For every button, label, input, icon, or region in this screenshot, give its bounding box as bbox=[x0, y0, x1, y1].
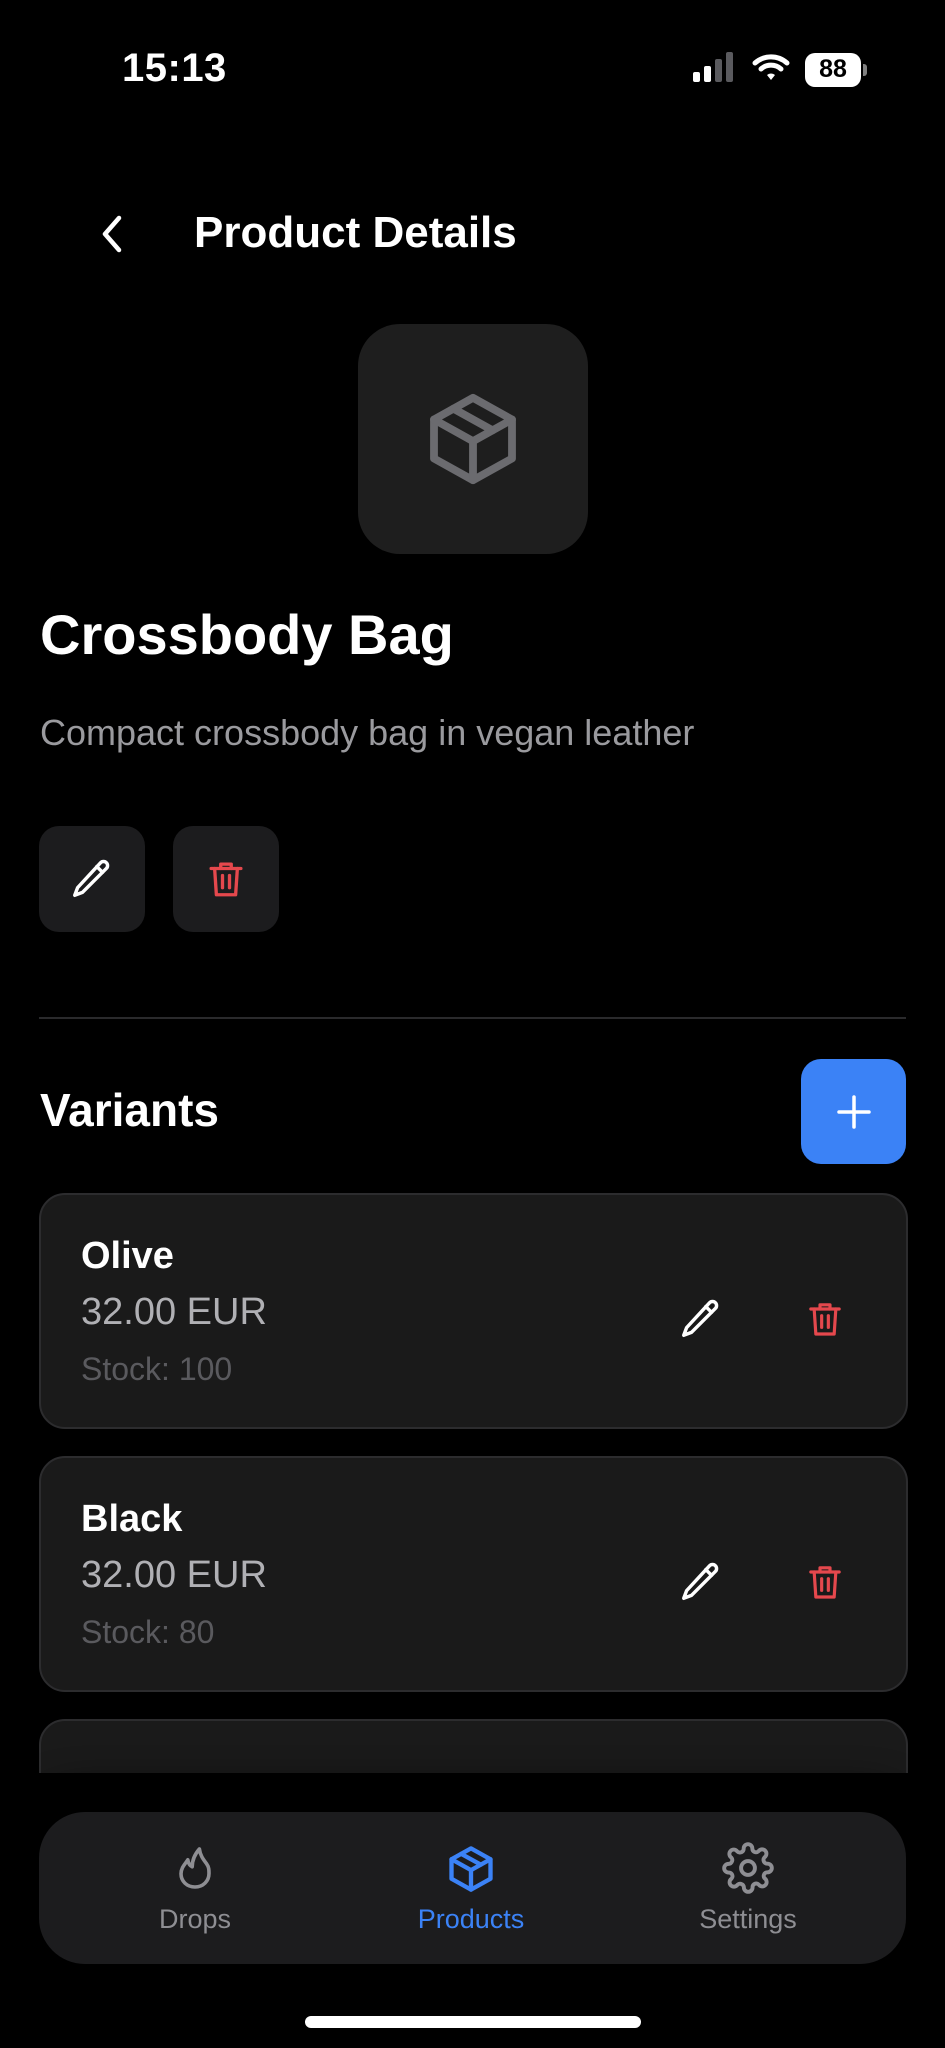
variants-section-title: Variants bbox=[40, 1084, 219, 1136]
navigation-header: Product Details bbox=[0, 190, 945, 280]
back-button[interactable] bbox=[88, 210, 136, 258]
cellular-signal-icon bbox=[693, 52, 737, 87]
pencil-icon bbox=[682, 1562, 719, 1601]
tab-bar: Drops Products Settings bbox=[39, 1812, 906, 1964]
variant-card[interactable] bbox=[39, 1719, 908, 1773]
product-description: Compact crossbody bag in vegan leather bbox=[40, 712, 695, 753]
tab-settings[interactable]: Settings bbox=[648, 1812, 848, 1964]
trash-icon bbox=[809, 1303, 841, 1336]
trash-icon bbox=[209, 862, 243, 897]
variant-price: 32.00 EUR bbox=[81, 1554, 267, 1596]
tab-drops[interactable]: Drops bbox=[95, 1812, 295, 1964]
variant-stock: Stock: 80 bbox=[81, 1614, 215, 1650]
variant-card[interactable]: Olive 32.00 EUR Stock: 100 bbox=[39, 1193, 908, 1429]
tab-products-label: Products bbox=[417, 1904, 525, 1934]
edit-variant-button[interactable] bbox=[661, 1542, 741, 1622]
page-title: Product Details bbox=[194, 208, 517, 257]
status-time: 15:13 bbox=[122, 46, 227, 90]
plus-icon bbox=[836, 1094, 871, 1129]
edit-product-button[interactable] bbox=[39, 826, 145, 932]
wifi-icon bbox=[751, 52, 791, 87]
battery-icon: 88 bbox=[805, 52, 867, 87]
product-image-placeholder bbox=[358, 324, 588, 554]
status-icons: 88 bbox=[693, 52, 867, 87]
trash-icon bbox=[809, 1566, 841, 1599]
section-divider bbox=[39, 1017, 906, 1019]
box-icon bbox=[449, 1846, 493, 1892]
chevron-left-icon bbox=[102, 215, 122, 253]
flame-icon bbox=[179, 1847, 211, 1889]
variant-name: Black bbox=[81, 1498, 183, 1540]
gear-icon bbox=[722, 1842, 774, 1894]
tab-settings-label: Settings bbox=[699, 1904, 797, 1934]
product-name: Crossbody Bag bbox=[40, 603, 454, 666]
pencil-icon bbox=[73, 859, 110, 898]
box-icon bbox=[430, 393, 516, 485]
delete-product-button[interactable] bbox=[173, 826, 279, 932]
variant-stock: Stock: 100 bbox=[81, 1351, 233, 1387]
add-variant-button[interactable] bbox=[801, 1059, 906, 1164]
pencil-icon bbox=[682, 1299, 719, 1338]
variant-name: Olive bbox=[81, 1235, 174, 1277]
tab-drops-label: Drops bbox=[158, 1904, 232, 1934]
variant-price: 32.00 EUR bbox=[81, 1291, 267, 1333]
edit-variant-button[interactable] bbox=[661, 1279, 741, 1359]
variants-list[interactable]: Olive 32.00 EUR Stock: 100 Black 32.00 E… bbox=[0, 1190, 945, 1773]
tab-products[interactable]: Products bbox=[371, 1812, 571, 1964]
delete-variant-button[interactable] bbox=[785, 1542, 865, 1622]
delete-variant-button[interactable] bbox=[785, 1279, 865, 1359]
status-bar: 15:13 88 bbox=[0, 0, 945, 140]
variant-card[interactable]: Black 32.00 EUR Stock: 80 bbox=[39, 1456, 908, 1692]
home-indicator[interactable] bbox=[305, 2016, 641, 2028]
battery-level: 88 bbox=[819, 55, 847, 83]
